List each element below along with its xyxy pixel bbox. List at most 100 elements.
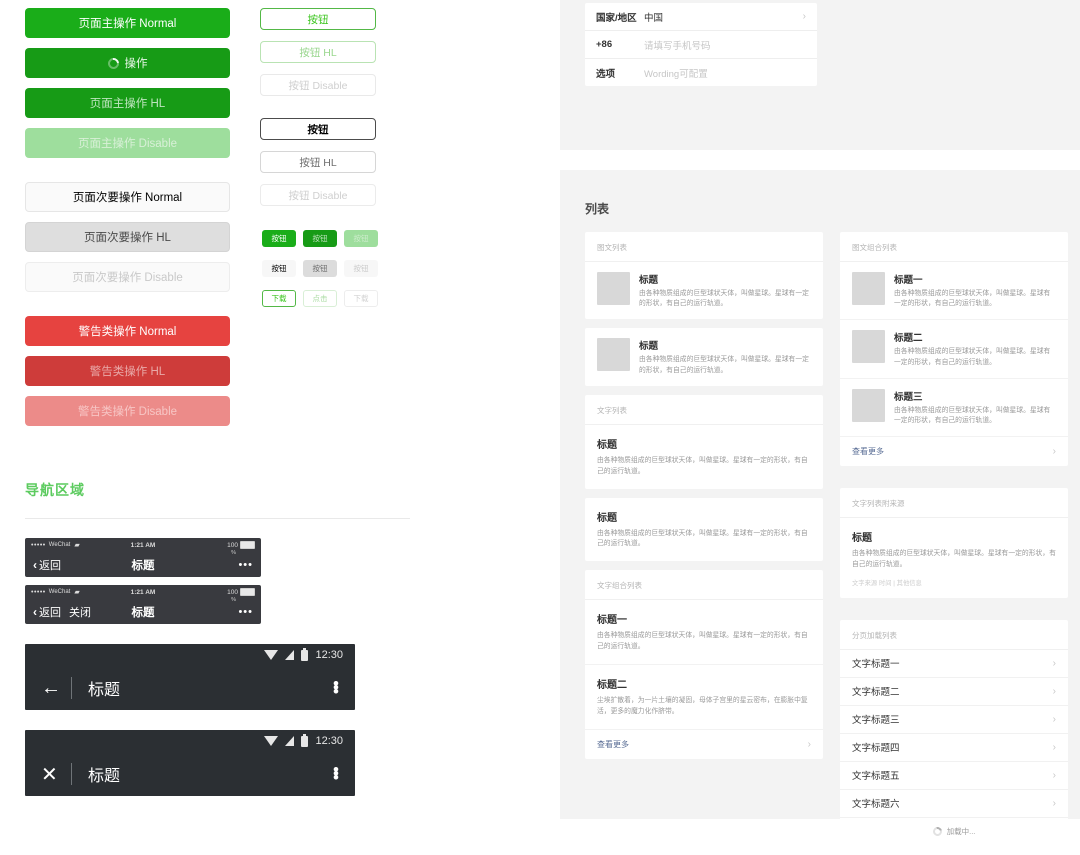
secondary-button-normal[interactable]: 页面次要操作 Normal: [25, 182, 230, 212]
outline-dark-button-normal[interactable]: 按钮: [260, 118, 376, 140]
mini-green-row: 按钮 按钮 按钮: [262, 230, 382, 247]
list-item[interactable]: 文字标题四 ›: [840, 734, 1068, 762]
list-item-label: 文字标题五: [852, 771, 900, 783]
list-item[interactable]: 标题 由各种物质组成的巨型球状天体，叫做星球。星球有一定的形状，有自己的运行轨道…: [840, 518, 1068, 598]
close-icon[interactable]: ✕: [41, 762, 67, 787]
form-label-country: 国家/地区: [596, 12, 637, 24]
android-navbar-close: 12:30 ✕ 标题 • • •: [25, 730, 355, 796]
overflow-menu-icon[interactable]: • • •: [333, 675, 339, 700]
list-item-desc: 由各种物质组成的巨型球状天体，叫做星球。星球有一定的形状，有自己的运行轨道。: [894, 290, 1051, 308]
warn-button-normal[interactable]: 警告类操作 Normal: [25, 316, 230, 346]
list-item[interactable]: 标题三 由各种物质组成的巨型球状天体，叫做星球。星球有一定的形状，有自己的运行轨…: [840, 379, 1068, 438]
list-item[interactable]: 文字标题三 ›: [840, 706, 1068, 734]
secondary-button-highlight[interactable]: 页面次要操作 HL: [25, 222, 230, 252]
mini-outline-disabled-label: 下载: [353, 294, 369, 303]
mini-outline-click[interactable]: 点击: [303, 290, 337, 307]
list-item[interactable]: 文字标题二 ›: [840, 678, 1068, 706]
outline-green-button-normal[interactable]: 按钮: [260, 8, 376, 30]
outline-green-button-highlight[interactable]: 按钮 HL: [260, 41, 376, 63]
android-status-time: 12:30: [315, 649, 343, 661]
section-divider: [25, 518, 410, 519]
list-item[interactable]: 标题二 尘埃扩散着，为一片土壤的凝固，母体子宫里的星云密布，在膨胀中复活，更多的…: [585, 665, 823, 730]
ios-more-button[interactable]: •••: [238, 559, 253, 571]
chevron-right-icon: ›: [1052, 713, 1056, 725]
view-more-link[interactable]: 查看更多 ›: [840, 437, 1068, 466]
list-item-label: 文字标题一: [852, 659, 900, 671]
list-item-label: 文字标题二: [852, 687, 900, 699]
chevron-right-icon: ›: [802, 11, 806, 22]
list-item[interactable]: 文字标题六 ›: [840, 790, 1068, 818]
ios-navbar-back: ••••• WeChat ▰ 1:21 AM 100 % ‹ 返回 标题 •••: [25, 538, 261, 577]
paged-list-caption: 分页加载列表: [840, 620, 1068, 650]
form-row-country[interactable]: 国家/地区 中国 ›: [585, 3, 817, 31]
left-column: 页面主操作 Normal 操作 页面主操作 HL 页面主操作 Disable 页…: [0, 0, 560, 819]
outline-dark-highlight-label: 按钮 HL: [299, 156, 337, 169]
form-value-country: 中国: [644, 12, 664, 24]
chevron-right-icon: ›: [1052, 741, 1056, 753]
source-list-caption: 文字列表附来源: [840, 488, 1068, 519]
ios-navbar-row: ‹ 返回 标题 •••: [25, 552, 261, 577]
list-item[interactable]: 标题一 由各种物质组成的巨型球状天体，叫做星球。星球有一定的形状，有自己的运行轨…: [585, 600, 823, 665]
mini-green-highlight-label: 按钮: [312, 234, 328, 243]
mini-outline-download[interactable]: 下载: [262, 290, 296, 307]
android-navbar-row-2: ✕ 标题 • • •: [25, 752, 355, 796]
list-column-left: 图文列表 标题 由各种物质组成的巨型球状天体，叫做星球。星球有一定的形状，有自己…: [585, 232, 823, 768]
android-status-bar: 12:30: [25, 644, 355, 666]
list-item-meta: 文字来源 时间 | 其他信息: [852, 579, 922, 587]
secondary-button-disabled-label: 页面次要操作 Disable: [72, 272, 183, 284]
list-item-title: 标题二: [597, 680, 627, 691]
media-list-card-2: 标题 由各种物质组成的巨型球状天体，叫做星球。星球有一定的形状，有自己的运行轨道…: [585, 328, 823, 386]
ios-status-time: 1:21 AM: [130, 541, 156, 549]
list-item-title: 标题: [597, 439, 617, 451]
mini-gray-normal[interactable]: 按钮: [262, 260, 296, 277]
mini-button-grid: 按钮 按钮 按钮 按钮 按钮 按钮 下载 点击 下载: [262, 230, 382, 320]
mini-green-normal-label: 按钮: [271, 234, 287, 243]
list-item[interactable]: 标题一 由各种物质组成的巨型球状天体，叫做星球。星球有一定的形状，有自己的运行轨…: [840, 262, 1068, 321]
component-sheet: 页面主操作 Normal 操作 页面主操作 HL 页面主操作 Disable 页…: [0, 0, 1080, 846]
outline-green-normal-label: 按钮: [307, 13, 329, 26]
form-row-phone[interactable]: +86 请填写手机号码: [585, 31, 817, 59]
warn-button-highlight[interactable]: 警告类操作 HL: [25, 356, 230, 386]
outline-dark-button-highlight[interactable]: 按钮 HL: [260, 151, 376, 173]
android-navbar-row: ← 标题 • • •: [25, 666, 355, 710]
primary-button-loading[interactable]: 操作: [25, 48, 230, 78]
back-arrow-icon[interactable]: ←: [41, 677, 67, 700]
warn-button-disabled: 警告类操作 Disable: [25, 396, 230, 426]
view-more-label: 查看更多: [852, 447, 884, 457]
mini-green-disabled-label: 按钮: [353, 234, 369, 243]
option-input-placeholder[interactable]: Wording可配置: [644, 66, 708, 80]
list-item[interactable]: 标题二 由各种物质组成的巨型球状天体，叫做星球。星球有一定的形状，有自己的运行轨…: [840, 320, 1068, 379]
list-item[interactable]: 标题 由各种物质组成的巨型球状天体，叫做星球。星球有一定的形状，有自己的运行轨道…: [585, 498, 823, 562]
primary-button-highlight[interactable]: 页面主操作 HL: [25, 88, 230, 118]
ios-navbar-row-2: ‹ 返回 关闭 标题 •••: [25, 599, 261, 624]
ios-more-button-2[interactable]: •••: [238, 606, 253, 618]
mini-gray-highlight-label: 按钮: [312, 264, 328, 273]
list-panel: 列表 图文列表 标题 由各种物质组成的巨型球状天体，叫做星球。星球有一定的形状，…: [560, 170, 1080, 846]
list-item[interactable]: 标题 由各种物质组成的巨型球状天体，叫做星球。星球有一定的形状，有自己的运行轨道…: [585, 425, 823, 489]
mini-green-highlight[interactable]: 按钮: [303, 230, 337, 247]
primary-button-normal[interactable]: 页面主操作 Normal: [25, 8, 230, 38]
list-item[interactable]: 标题 由各种物质组成的巨型球状天体，叫做星球。星球有一定的形状，有自己的运行轨道…: [585, 262, 823, 319]
right-column: 国家/地区 中国 › +86 请填写手机号码 选项 Wording可配置 列表: [560, 0, 1080, 846]
mini-outline-disabled: 下载: [344, 290, 378, 307]
wifi-icon: [264, 736, 279, 746]
android-status-time-2: 12:30: [315, 735, 343, 747]
mini-gray-row: 按钮 按钮 按钮: [262, 260, 382, 277]
form-row-option[interactable]: 选项 Wording可配置: [585, 59, 817, 86]
mini-green-normal[interactable]: 按钮: [262, 230, 296, 247]
view-more-link[interactable]: 查看更多 ›: [585, 730, 823, 759]
phone-input-placeholder[interactable]: 请填写手机号码: [644, 38, 711, 52]
loading-spinner-icon: [105, 55, 121, 71]
ios-navbar-title-2: 标题: [131, 606, 155, 619]
mini-gray-highlight[interactable]: 按钮: [303, 260, 337, 277]
list-item[interactable]: 文字标题五 ›: [840, 762, 1068, 790]
overflow-menu-icon[interactable]: • • •: [333, 761, 339, 786]
list-item[interactable]: 文字标题一 ›: [840, 650, 1068, 678]
list-item-body: 标题三 由各种物质组成的巨型球状天体，叫做星球。星球有一定的形状，有自己的运行轨…: [894, 389, 1056, 426]
list-item-title: 标题一: [597, 615, 627, 627]
secondary-button-highlight-label: 页面次要操作 HL: [84, 232, 171, 244]
list-item[interactable]: 标题 由各种物质组成的巨型球状天体，叫做星球。星球有一定的形状，有自己的运行轨道…: [585, 328, 823, 385]
outline-green-disabled-label: 按钮 Disable: [288, 79, 348, 92]
primary-button-loading-label: 操作: [124, 58, 148, 70]
list-item-desc: 由各种物质组成的巨型球状天体，叫做星球。星球有一定的形状，有自己的运行轨道。: [597, 529, 808, 548]
